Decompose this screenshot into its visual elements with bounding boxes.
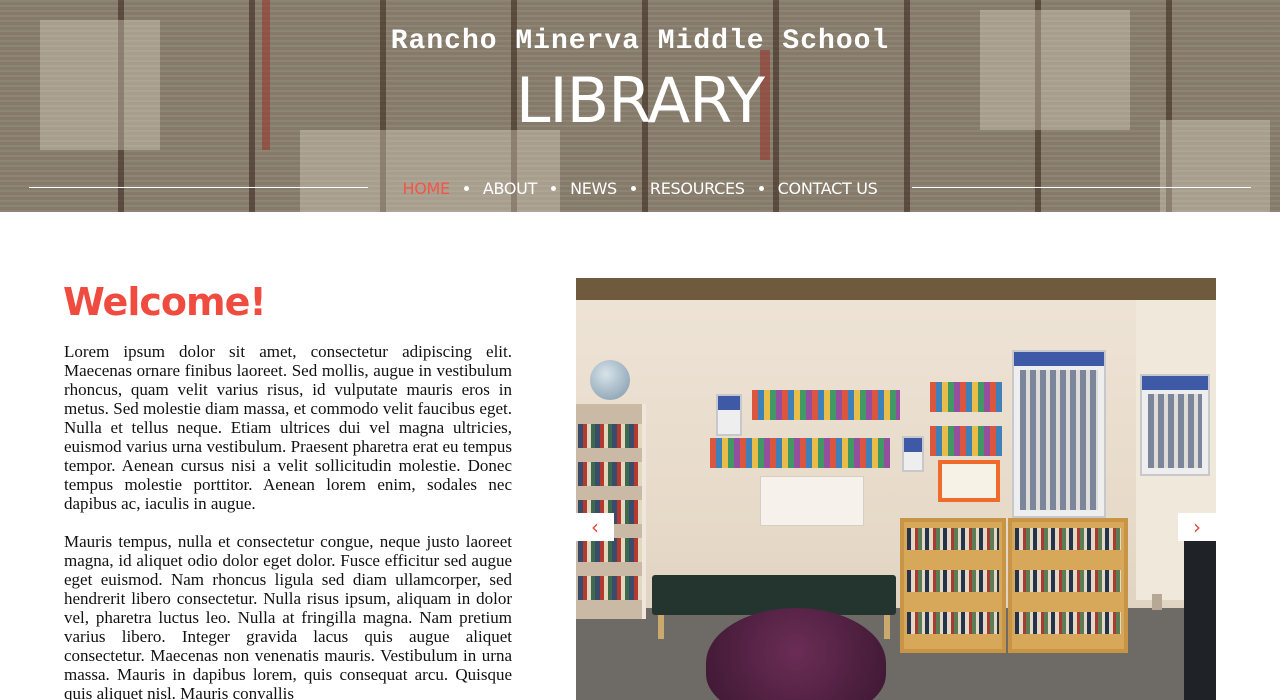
photo-book-row (578, 576, 642, 600)
nav-contact-us[interactable]: CONTACT US (778, 179, 878, 198)
photo-book-poster (1140, 374, 1210, 476)
photo-book-row (578, 538, 642, 562)
nav-news[interactable]: NEWS (570, 179, 617, 198)
photo-wall-books-art (930, 382, 1002, 412)
photo-reading-poster (760, 476, 864, 526)
banner-book-page (300, 130, 560, 212)
photo-ceiling (576, 278, 1216, 300)
photo-wall-books-art (710, 438, 890, 468)
photo-bench-leg (658, 615, 664, 639)
nav-divider-right (912, 187, 1251, 188)
photo-wall-outlet (1152, 594, 1162, 610)
photo-wall-books-art (930, 426, 1002, 456)
site-title: LIBRARY (515, 64, 765, 137)
photo-framed-sign (938, 460, 1000, 502)
nav-resources[interactable]: RESOURCES (650, 179, 745, 198)
nav-about[interactable]: ABOUT (483, 179, 538, 198)
photo-book-row (907, 570, 999, 592)
nav-separator-dot (758, 185, 764, 191)
photo-bookcase (900, 518, 1006, 653)
welcome-heading: Welcome! (63, 280, 267, 324)
nav-divider-left (29, 187, 368, 188)
photo-book-row (1015, 570, 1121, 592)
welcome-paragraph: Mauris tempus, nulla et consectetur cong… (64, 532, 512, 700)
photo-bench-leg (884, 615, 890, 639)
nav-separator-dot (630, 185, 636, 191)
photo-newbery-poster (1012, 350, 1106, 518)
nav-separator-dot (463, 185, 469, 191)
photo-bookcase (1008, 518, 1128, 653)
photo-book-row (578, 462, 642, 486)
library-slideshow (576, 278, 1216, 700)
photo-small-poster (716, 394, 742, 436)
nav-separator-dot (551, 185, 557, 191)
school-name: Rancho Minerva Middle School (390, 26, 890, 57)
photo-small-poster (902, 436, 924, 472)
library-room-photo (576, 278, 1216, 700)
photo-book-row (907, 528, 999, 550)
photo-book-row (907, 612, 999, 634)
welcome-paragraph: Lorem ipsum dolor sit amet, consectetur … (64, 342, 512, 513)
photo-book-row (1015, 612, 1121, 634)
photo-wall-books-art (752, 390, 900, 420)
photo-globe (590, 360, 630, 400)
slideshow-prev-button[interactable]: ‹ (576, 513, 614, 541)
photo-book-row (578, 424, 642, 448)
slideshow-next-button[interactable]: › (1178, 513, 1216, 541)
photo-book-row (1015, 528, 1121, 550)
nav-home[interactable]: HOME (402, 179, 450, 198)
photo-dark-cabinet (1184, 540, 1216, 700)
main-nav: HOME ABOUT NEWS RESOURCES CONTACT US (368, 177, 912, 199)
header-banner: Rancho Minerva Middle School LIBRARY HOM… (0, 0, 1280, 212)
photo-left-bookshelf (576, 404, 646, 619)
